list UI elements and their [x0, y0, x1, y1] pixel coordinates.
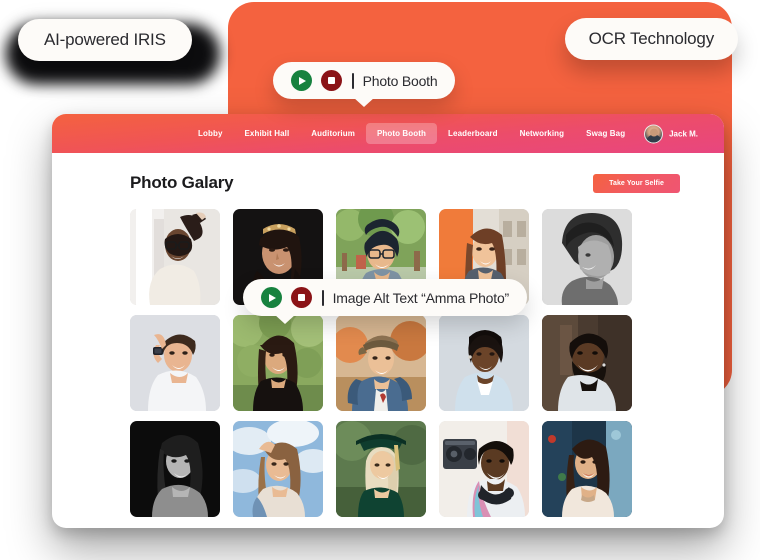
nav-item-leaderboard[interactable]: Leaderboard: [437, 123, 509, 144]
screenshot-root: Lobby Exhibit Hall Auditorium Photo Boot…: [0, 0, 760, 560]
user-name-label: Jack M.: [669, 129, 698, 138]
nav-item-lobby[interactable]: Lobby: [187, 123, 234, 144]
nav-item-list: Lobby Exhibit Hall Auditorium Photo Boot…: [187, 123, 636, 144]
gallery-photo[interactable]: [542, 315, 632, 411]
tooltip-controls: [291, 70, 342, 91]
top-navigation-bar: Lobby Exhibit Hall Auditorium Photo Boot…: [52, 114, 724, 153]
page-header: Photo Galary Take Your Selfie: [130, 173, 680, 193]
avatar: [644, 124, 664, 143]
gallery-photo[interactable]: [233, 315, 323, 411]
nav-item-swag-bag[interactable]: Swag Bag: [575, 123, 636, 144]
photo-booth-tooltip-label: Photo Booth: [362, 72, 438, 89]
tooltip-pointer: [274, 314, 296, 324]
play-icon[interactable]: [291, 70, 312, 91]
gallery-photo[interactable]: [130, 209, 220, 305]
tooltip-pointer: [353, 97, 376, 107]
image-alt-text-tooltip[interactable]: Image Alt Text “Amma Photo”: [243, 279, 528, 324]
gallery-photo[interactable]: [130, 421, 220, 517]
image-alt-tooltip-label: Image Alt Text “Amma Photo”: [332, 289, 510, 306]
nav-item-auditorium[interactable]: Auditorium: [300, 123, 366, 144]
tooltip-divider: [322, 289, 324, 306]
nav-item-photo-booth[interactable]: Photo Booth: [365, 123, 438, 144]
ai-powered-iris-badge[interactable]: AI-powered IRIS: [18, 19, 192, 61]
gallery-photo[interactable]: [439, 315, 529, 411]
play-icon[interactable]: [261, 287, 282, 308]
gallery-photo[interactable]: [542, 209, 632, 305]
ai-badge-label: AI-powered IRIS: [44, 30, 166, 49]
app-window: Lobby Exhibit Hall Auditorium Photo Boot…: [52, 114, 724, 528]
stop-icon[interactable]: [321, 70, 342, 91]
nav-item-networking[interactable]: Networking: [509, 123, 576, 144]
gallery-photo[interactable]: [336, 315, 426, 411]
tooltip-divider: [352, 72, 354, 89]
gallery-photo[interactable]: [233, 421, 323, 517]
photo-booth-tooltip[interactable]: Photo Booth: [273, 62, 456, 107]
page-title: Photo Galary: [130, 173, 234, 192]
gallery-photo[interactable]: [130, 315, 220, 411]
take-your-selfie-button[interactable]: Take Your Selfie: [593, 173, 680, 193]
gallery-photo[interactable]: [336, 421, 426, 517]
ocr-technology-badge[interactable]: OCR Technology: [564, 18, 738, 60]
gallery-photo[interactable]: [439, 421, 529, 517]
ocr-badge-label: OCR Technology: [588, 29, 715, 48]
nav-item-exhibit-hall[interactable]: Exhibit Hall: [234, 123, 301, 144]
tooltip-controls: [261, 287, 312, 308]
photo-gallery-grid: [130, 209, 680, 517]
page-content: Photo Galary Take Your Selfie: [52, 153, 724, 517]
user-menu[interactable]: Jack M.: [644, 124, 698, 143]
stop-icon[interactable]: [291, 287, 312, 308]
gallery-photo[interactable]: [542, 421, 632, 517]
